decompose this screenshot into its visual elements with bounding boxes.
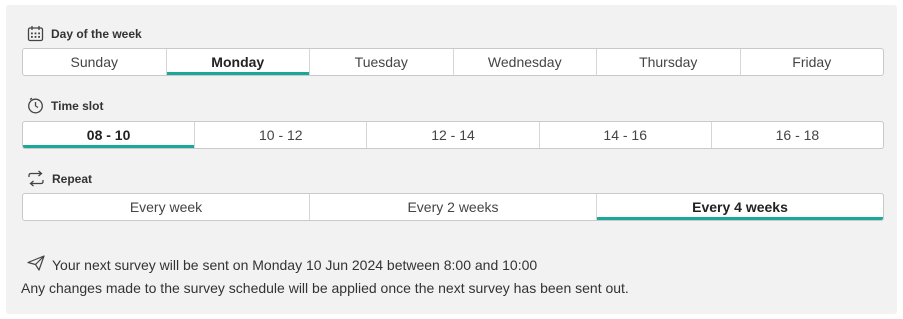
time-slot-selector: 08 - 10 10 - 12 12 - 14 14 - 16 16 - 18 (22, 121, 884, 149)
time-slot-heading: Time slot (27, 97, 103, 114)
repeat-option-every-week[interactable]: Every week (23, 194, 310, 220)
day-option-tuesday[interactable]: Tuesday (310, 49, 454, 75)
repeat-label: Repeat (52, 171, 93, 186)
next-survey-info: Your next survey will be sent on Monday … (27, 255, 537, 274)
day-of-week-heading: Day of the week (27, 25, 142, 42)
repeat-selector: Every week Every 2 weeks Every 4 weeks (22, 193, 884, 221)
repeat-option-every-2-weeks[interactable]: Every 2 weeks (310, 194, 597, 220)
time-slot-option-12-14[interactable]: 12 - 14 (367, 122, 540, 148)
survey-schedule-panel: Day of the week Sunday Monday Tuesday Wedne… (6, 5, 897, 314)
next-survey-text: Your next survey will be sent on Monday … (52, 256, 538, 273)
calendar-icon (27, 25, 44, 42)
day-option-monday[interactable]: Monday (166, 49, 310, 75)
repeat-option-every-4-weeks[interactable]: Every 4 weeks (597, 194, 883, 220)
schedule-change-note: Any changes made to the survey schedule … (21, 280, 629, 296)
time-slot-option-14-16[interactable]: 14 - 16 (540, 122, 712, 148)
clock-icon (27, 97, 44, 114)
day-option-wednesday[interactable]: Wednesday (454, 49, 597, 75)
time-slot-option-10-12[interactable]: 10 - 12 (195, 122, 368, 148)
repeat-icon (27, 170, 45, 187)
day-option-thursday[interactable]: Thursday (597, 49, 741, 75)
repeat-heading: Repeat (27, 170, 92, 187)
send-icon (27, 255, 45, 274)
time-slot-label: Time slot (51, 98, 104, 113)
day-option-sunday[interactable]: Sunday (23, 49, 167, 75)
day-of-week-selector: Sunday Monday Tuesday Wednesday Thursday Frid… (22, 48, 884, 76)
time-slot-option-16-18[interactable]: 16 - 18 (712, 122, 883, 148)
day-option-friday[interactable]: Friday (741, 49, 884, 75)
time-slot-option-08-10[interactable]: 08 - 10 (23, 122, 196, 148)
day-of-week-label: Day of the week (51, 26, 142, 41)
